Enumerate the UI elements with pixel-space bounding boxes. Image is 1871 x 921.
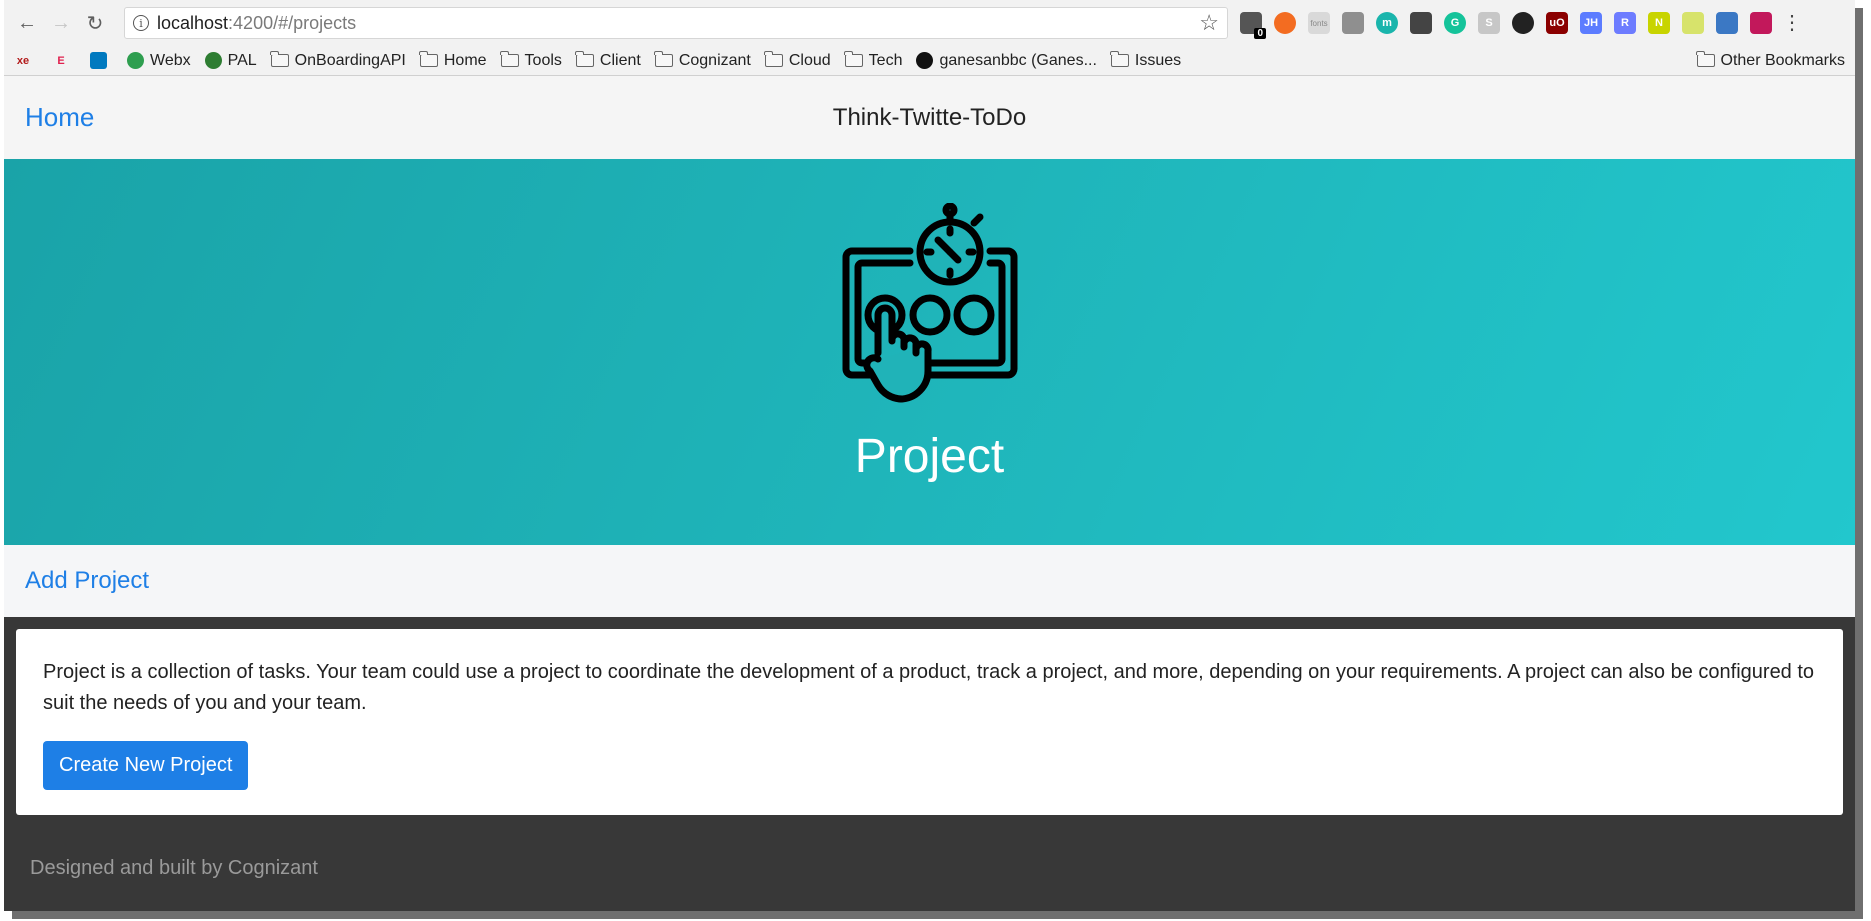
browser-window: ← → ↻ i localhost:4200/#/projects ☆ 0 fon…: [4, 0, 1855, 911]
reload-button[interactable]: ↻: [80, 8, 110, 38]
download-ext-icon[interactable]: [1716, 12, 1738, 34]
bookmark-item[interactable]: Tools: [500, 51, 562, 70]
bookmark-label: Client: [599, 51, 641, 69]
folder-icon: [1110, 51, 1129, 67]
pink-ext-icon[interactable]: [1750, 12, 1772, 34]
note-ext-icon[interactable]: [1682, 12, 1704, 34]
jh-ext-icon[interactable]: JH: [1580, 12, 1602, 34]
info-icon[interactable]: i: [133, 15, 149, 31]
bookmark-item[interactable]: [90, 52, 113, 69]
extension-badge: 0: [1254, 28, 1266, 39]
folder-icon: [419, 51, 438, 67]
skype-ext-icon[interactable]: S: [1478, 12, 1500, 34]
fonts-ext-icon[interactable]: fonts: [1308, 12, 1330, 34]
toolbox-icon[interactable]: 0: [1240, 12, 1266, 39]
bookmark-item[interactable]: Tech: [844, 51, 903, 70]
bookmark-item[interactable]: Issues: [1110, 51, 1182, 70]
bookmark-item[interactable]: PAL: [204, 51, 257, 70]
globe-icon: [204, 52, 222, 69]
bookmark-item[interactable]: OnBoardingAPI: [270, 51, 406, 70]
gray-ext-icon[interactable]: [1342, 12, 1364, 34]
bookmark-item[interactable]: Webx: [127, 52, 191, 70]
grammarly-icon[interactable]: G: [1444, 12, 1466, 34]
eye-ext-icon[interactable]: [1512, 12, 1534, 34]
back-button[interactable]: ←: [12, 8, 42, 38]
folder-icon: [500, 51, 519, 67]
r-ext-icon[interactable]: R: [1614, 12, 1636, 34]
add-project-bar: Add Project: [4, 545, 1855, 617]
bookmark-label: Webx: [150, 51, 191, 69]
touch-timer-icon: [842, 203, 1017, 403]
bookmark-label: PAL: [227, 51, 257, 69]
teal-ext-icon[interactable]: m: [1376, 12, 1398, 34]
hero-title: Project: [854, 430, 1005, 483]
forward-button[interactable]: →: [46, 8, 76, 38]
bookmark-label: Tools: [524, 51, 562, 69]
folder-icon: [844, 51, 863, 67]
bookmark-label: OnBoardingAPI: [294, 51, 406, 69]
editor-icon: E: [57, 54, 65, 67]
app-navbar: Home Think-Twitte-ToDo: [4, 76, 1855, 159]
extensions-tray: 0 fonts m G SuO JH R N: [1240, 12, 1772, 39]
bookmark-label: ganesanbbc (Ganes...: [939, 51, 1097, 69]
bookmark-item[interactable]: Cognizant: [654, 51, 751, 70]
content-section: Project is a collection of tasks. Your t…: [4, 617, 1855, 911]
browser-toolbar: ← → ↻ i localhost:4200/#/projects ☆ 0 fon…: [4, 0, 1855, 46]
project-info-card: Project is a collection of tasks. Your t…: [16, 629, 1843, 815]
folder-icon: [270, 51, 289, 67]
bookmark-label: Tech: [868, 51, 903, 69]
footer-text: Designed and built by Cognizant: [30, 857, 318, 879]
folder-icon: [575, 51, 594, 67]
bookmark-item[interactable]: E: [52, 53, 76, 69]
orange-ext-icon[interactable]: [1274, 12, 1296, 34]
browser-menu-icon[interactable]: ⋮: [1782, 13, 1802, 33]
bookmark-label: Other Bookmarks: [1720, 51, 1845, 69]
bookmark-item[interactable]: Home: [419, 51, 487, 70]
bookmark-item[interactable]: Cloud: [764, 51, 831, 70]
webx-icon: [127, 52, 144, 69]
bookmark-label: Cognizant: [678, 51, 751, 69]
trello-icon: [90, 52, 107, 69]
n-ext-icon[interactable]: N: [1648, 12, 1670, 34]
nav-home-link[interactable]: Home: [25, 102, 94, 133]
bookmarks-bar: xe E Webx PAL OnBoardingAPI Home Tools Client Co…: [4, 46, 1855, 76]
bookmark-label: Home: [443, 51, 487, 69]
ublock-icon[interactable]: uO: [1546, 12, 1568, 34]
bookmark-label: Cloud: [788, 51, 831, 69]
folder-icon: [654, 51, 673, 67]
xe-icon: xe: [16, 54, 30, 67]
hero-banner: Project: [4, 159, 1855, 545]
navbar-brand: Think-Twitte-ToDo: [832, 103, 1027, 131]
screenshot-ext-icon[interactable]: [1410, 12, 1432, 34]
bookmark-item[interactable]: Client: [575, 51, 641, 70]
bookmark-item[interactable]: ganesanbbc (Ganes...: [916, 51, 1097, 70]
github-icon: [916, 52, 934, 69]
bookmark-label: Issues: [1134, 51, 1182, 69]
url-host: localhost: [157, 12, 229, 33]
create-new-project-button[interactable]: Create New Project: [43, 741, 249, 790]
project-description: Project is a collection of tasks. Your t…: [43, 661, 1815, 714]
bookmark-other[interactable]: Other Bookmarks: [1696, 51, 1845, 70]
bookmark-star-icon[interactable]: ☆: [1199, 10, 1219, 36]
address-bar[interactable]: i localhost:4200/#/projects ☆: [124, 7, 1228, 39]
folder-icon: [764, 51, 783, 67]
folder-icon: [1696, 51, 1715, 67]
bookmark-item[interactable]: xe: [14, 53, 38, 69]
add-project-link[interactable]: Add Project: [25, 567, 149, 595]
url-path: :4200/#/projects: [228, 12, 357, 33]
